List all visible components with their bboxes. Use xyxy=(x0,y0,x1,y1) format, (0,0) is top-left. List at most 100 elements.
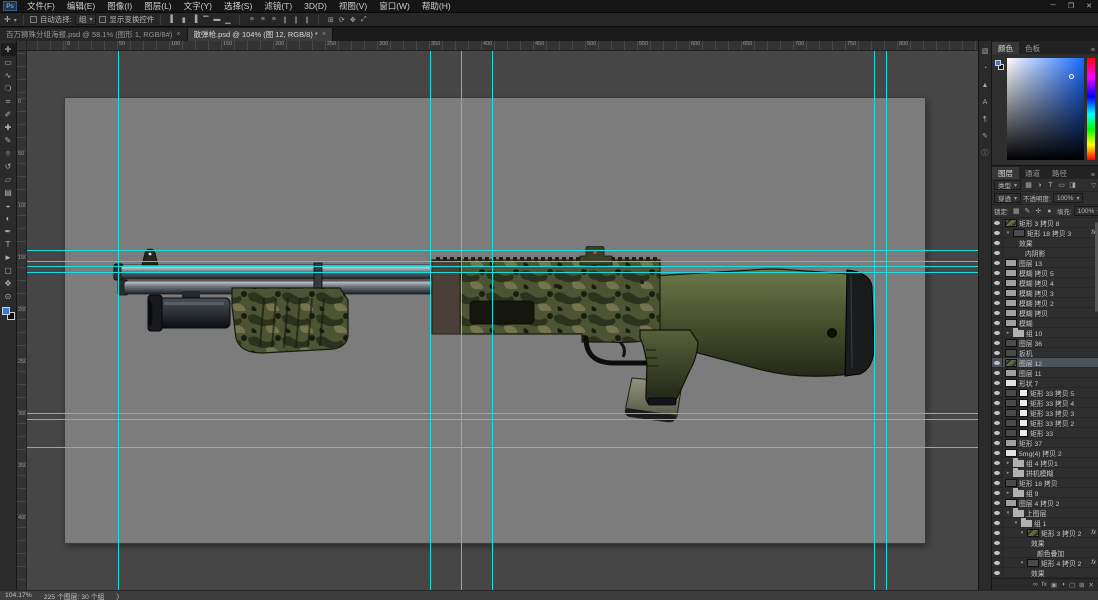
align-top-icon[interactable]: ▔ xyxy=(200,14,211,25)
document-tab-1[interactable]: 散弹枪.psd @ 104% (图 12, RGB/8) * × xyxy=(187,28,333,41)
visibility-toggle[interactable] xyxy=(992,418,1003,427)
distribute-left-icon[interactable]: ∥ xyxy=(279,14,290,25)
menu-item-5[interactable]: 选择(S) xyxy=(218,0,258,12)
layer-thumbnail[interactable] xyxy=(1005,358,1017,367)
menu-item-6[interactable]: 滤镜(T) xyxy=(258,0,298,12)
lock-transparent-icon[interactable]: ▦ xyxy=(1011,206,1022,217)
visibility-toggle[interactable] xyxy=(992,538,1003,547)
blend-mode-dropdown[interactable]: 穿透 xyxy=(994,193,1022,203)
layer-thumbnail[interactable] xyxy=(1005,308,1017,317)
color-menu-icon[interactable]: ≡ xyxy=(1088,47,1098,54)
lock-position-icon[interactable]: ✛ xyxy=(1033,206,1044,217)
delete-layer-icon[interactable]: ✕ xyxy=(1089,581,1094,589)
minimize-button[interactable]: ─ xyxy=(1044,2,1062,10)
show-transform-checkbox[interactable] xyxy=(99,16,107,23)
layer-thumbnail[interactable] xyxy=(1005,298,1017,307)
layer-thumbnail[interactable] xyxy=(1005,498,1017,507)
layer-thumbnail[interactable] xyxy=(1005,268,1017,277)
status-chevron-icon[interactable]: 〉 xyxy=(116,591,123,600)
visibility-toggle[interactable] xyxy=(992,558,1003,567)
filter-smart-icon[interactable]: ◨ xyxy=(1067,180,1078,191)
new-group-icon[interactable]: ▢ xyxy=(1069,581,1075,589)
hand-tool[interactable]: ✥ xyxy=(1,277,16,290)
layer-mask-thumbnail[interactable] xyxy=(1019,388,1028,397)
gradient-tool[interactable]: ▤ xyxy=(1,186,16,199)
distribute-vcenter-icon[interactable]: ≡ xyxy=(257,14,268,25)
menu-item-8[interactable]: 视图(V) xyxy=(333,0,373,12)
distribute-right-icon[interactable]: ∥ xyxy=(301,14,312,25)
layer-row-16[interactable]: 形状 7 xyxy=(992,378,1098,388)
filter-adjustment-icon[interactable]: ◑ xyxy=(1034,180,1045,191)
visibility-toggle[interactable] xyxy=(992,348,1003,357)
lock-pixels-icon[interactable]: ✎ xyxy=(1022,206,1033,217)
filter-type-icon[interactable]: T xyxy=(1045,180,1056,191)
layer-thumbnail[interactable] xyxy=(1005,218,1017,227)
horizontal-guide[interactable] xyxy=(27,250,978,251)
color-tab-0[interactable]: 颜色 xyxy=(992,42,1019,54)
layer-row-17[interactable]: 矩形 33 拷贝 5 xyxy=(992,388,1098,398)
visibility-toggle[interactable] xyxy=(992,248,1003,257)
layer-mask-icon[interactable]: ▣ xyxy=(1051,581,1057,589)
brush-tool[interactable]: ✎ xyxy=(1,134,16,147)
quick-select-tool[interactable]: ❍ xyxy=(1,82,16,95)
layer-row-3[interactable]: 内阴影 xyxy=(992,248,1098,258)
visibility-toggle[interactable] xyxy=(992,218,1003,227)
opacity-dropdown[interactable]: 100% xyxy=(1052,193,1084,203)
align-hcenter-icon[interactable]: ▮ xyxy=(178,14,189,25)
vertical-ruler[interactable]: 0 50 100 150 200 250 300 350 400 xyxy=(17,51,27,590)
visibility-toggle[interactable] xyxy=(992,468,1003,477)
align-right-icon[interactable]: ▐ xyxy=(189,14,200,25)
paragraph-panel-icon[interactable]: ¶ xyxy=(980,114,991,124)
foreground-color-swatch[interactable] xyxy=(1,307,10,315)
layer-row-27[interactable]: ▸ 组 9 xyxy=(992,487,1098,498)
menu-item-7[interactable]: 3D(D) xyxy=(298,0,333,12)
visibility-toggle[interactable] xyxy=(992,358,1003,367)
vertical-guide[interactable] xyxy=(118,51,119,590)
horizontal-ruler[interactable]: 0 50 100 150 200 250 300 350 400 450 500 550 600 650 7… xyxy=(27,41,978,51)
visibility-toggle[interactable] xyxy=(992,328,1003,337)
close-button[interactable]: ✕ xyxy=(1080,2,1098,10)
move-tool[interactable]: ✛ xyxy=(0,43,16,56)
layer-row-20[interactable]: 矩形 33 拷贝 2 xyxy=(992,418,1098,428)
distribute-bottom-icon[interactable]: ≡ xyxy=(268,14,279,25)
layer-thumbnail[interactable] xyxy=(1005,258,1017,267)
zoom-level[interactable]: 104.17% xyxy=(5,592,32,599)
vertical-guide[interactable] xyxy=(430,51,431,590)
zoom-tool[interactable]: ⊙ xyxy=(1,290,16,303)
layer-row-14[interactable]: 图层 12 xyxy=(992,358,1098,368)
layer-row-18[interactable]: 矩形 33 拷贝 4 xyxy=(992,398,1098,408)
collapse-arrow-icon[interactable]: ▾ xyxy=(1019,530,1025,536)
tab-close-icon[interactable]: × xyxy=(322,31,326,38)
layer-thumbnail[interactable] xyxy=(1027,528,1039,537)
visibility-toggle[interactable] xyxy=(992,458,1003,467)
expand-arrow-icon[interactable]: ▸ xyxy=(1005,460,1011,466)
info-panel-icon[interactable]: ⓘ xyxy=(980,148,991,158)
distribute-top-icon[interactable]: ≡ xyxy=(246,14,257,25)
color-tab-1[interactable]: 色板 xyxy=(1019,42,1046,54)
layer-thumbnail[interactable] xyxy=(1013,228,1025,237)
layer-thumbnail[interactable] xyxy=(1005,338,1017,347)
visibility-toggle[interactable] xyxy=(992,338,1003,347)
layer-thumbnail[interactable] xyxy=(1005,348,1017,357)
layer-row-4[interactable]: 图层 13 xyxy=(992,258,1098,268)
layer-row-0[interactable]: 矩形 3 拷贝 8 xyxy=(992,218,1098,228)
layer-row-15[interactable]: 图层 11 xyxy=(992,368,1098,378)
marquee-tool[interactable]: ▭ xyxy=(1,56,16,69)
layer-mask-thumbnail[interactable] xyxy=(1019,398,1028,407)
collapse-arrow-icon[interactable]: ▾ xyxy=(1013,520,1019,526)
visibility-toggle[interactable] xyxy=(992,238,1003,247)
document-tab-0[interactable]: 百万狮殊分组海报.psd @ 58.1% (图形 1, RGB/8#) × xyxy=(0,28,188,41)
visibility-toggle[interactable] xyxy=(992,288,1003,297)
layers-tab-2[interactable]: 路径 xyxy=(1046,167,1073,179)
layer-thumbnail[interactable] xyxy=(1005,398,1017,407)
layer-fx-badge[interactable]: fx xyxy=(1091,560,1096,566)
layer-thumbnail[interactable] xyxy=(1027,558,1039,567)
menu-item-1[interactable]: 编辑(E) xyxy=(61,0,101,12)
type-tool[interactable]: T xyxy=(1,238,16,251)
distribute-hcenter-icon[interactable]: ∥ xyxy=(290,14,301,25)
visibility-toggle[interactable] xyxy=(992,408,1003,417)
visibility-toggle[interactable] xyxy=(992,548,1003,557)
layer-thumbnail[interactable] xyxy=(1005,318,1017,327)
clone-stamp-tool[interactable]: ⌾ xyxy=(1,147,16,160)
layer-thumbnail[interactable] xyxy=(1005,428,1017,437)
